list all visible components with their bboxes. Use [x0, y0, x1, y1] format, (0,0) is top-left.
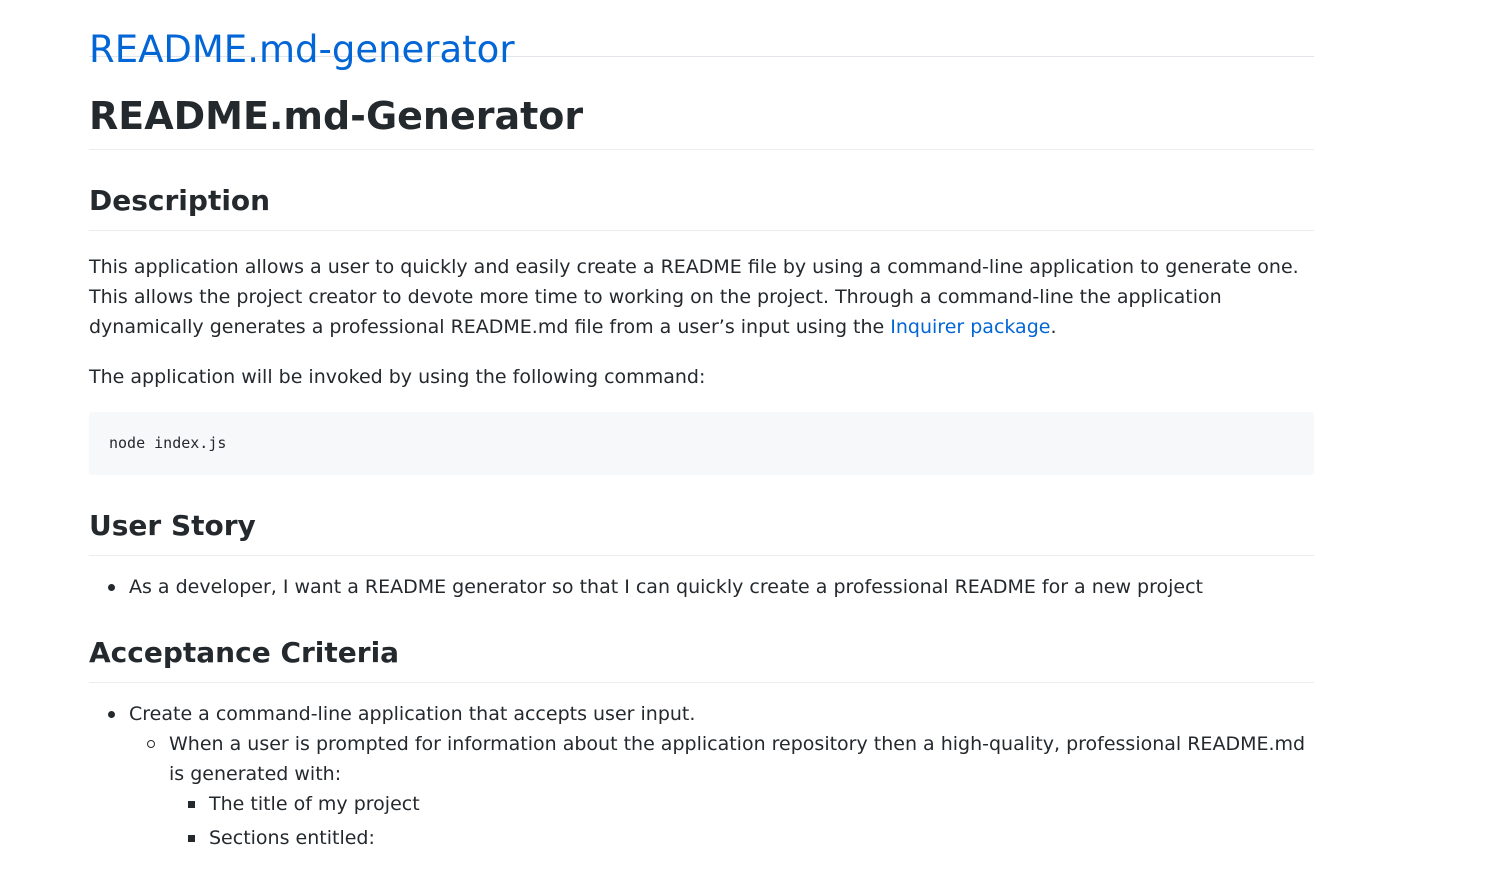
readme-page: README.md-generator README.md-Generator … [89, 0, 1314, 857]
criteria-subtext: When a user is prompted for information … [169, 733, 1306, 785]
code-command: node index.js [109, 434, 227, 452]
description-text-end: . [1050, 316, 1057, 338]
description-text: This application allows a user to quickl… [89, 256, 1299, 338]
acceptance-criteria-heading: Acceptance Criteria [89, 633, 1314, 683]
circle-bullet [147, 740, 155, 748]
repo-title-link[interactable]: README.md-generator [89, 28, 515, 71]
criteria-text: Create a command-line application that a… [129, 703, 696, 725]
list-item: As a developer, I want a README generato… [89, 572, 1314, 602]
user-story-heading: User Story [89, 506, 1314, 556]
readme-title: README.md-Generator [89, 93, 1314, 150]
user-story-list: As a developer, I want a README generato… [89, 572, 1314, 602]
list-item: Create a command-line application that a… [89, 699, 1314, 853]
square-bullet [188, 801, 195, 808]
disc-bullet [108, 711, 115, 718]
inquirer-package-link[interactable]: Inquirer package [890, 316, 1050, 338]
criteria-subsubtext: The title of my project [209, 793, 420, 815]
disc-bullet [108, 584, 115, 591]
list-item: When a user is prompted for information … [129, 729, 1314, 853]
list-item: The title of my project [169, 789, 1314, 819]
code-block: node index.js [89, 412, 1314, 475]
criteria-subsublist: The title of my project Sections entitle… [169, 789, 1314, 853]
criteria-sublist: When a user is prompted for information … [129, 729, 1314, 853]
repo-title: README.md-generator [89, 0, 1314, 71]
invoke-paragraph: The application will be invoked by using… [89, 366, 706, 388]
criteria-subsubtext: Sections entitled: [209, 827, 375, 849]
square-bullet [188, 835, 195, 842]
description-paragraph: This application allows a user to quickl… [89, 252, 1314, 342]
acceptance-criteria-list: Create a command-line application that a… [89, 699, 1314, 853]
list-item: Sections entitled: [169, 823, 1314, 853]
user-story-text: As a developer, I want a README generato… [129, 576, 1203, 598]
description-heading: Description [89, 181, 1314, 231]
